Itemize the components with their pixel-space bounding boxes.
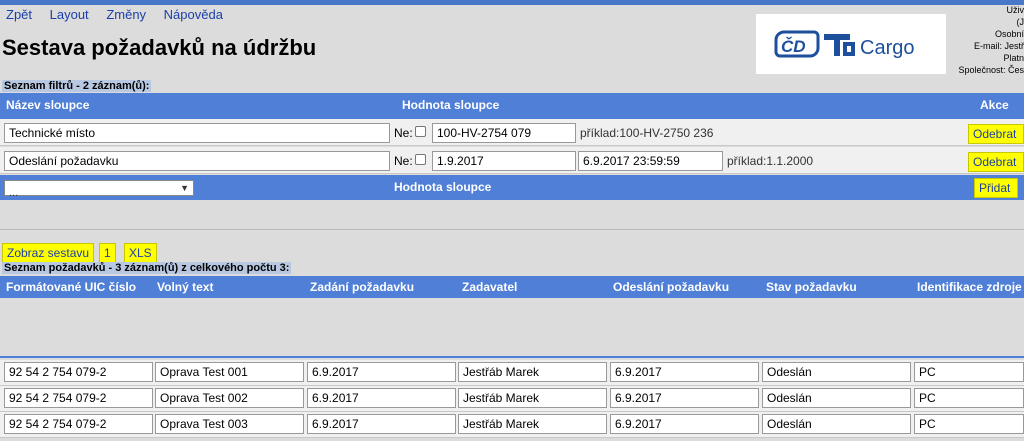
- cell-entry-date[interactable]: 6.9.2017: [307, 414, 456, 434]
- example-text: příklad:100-HV-2750 236: [580, 126, 714, 140]
- table-row: 92 54 2 754 079-2 Oprava Test 001 6.9.2017…: [0, 360, 1024, 386]
- cell-status[interactable]: Odeslán: [762, 388, 911, 408]
- filter-column-field[interactable]: Technické místo: [4, 123, 390, 143]
- svg-text:ČD: ČD: [781, 37, 806, 56]
- header-column-name: Název sloupce: [6, 98, 90, 112]
- cell-free-text[interactable]: Oprava Test 002: [155, 388, 304, 408]
- filter-date-to[interactable]: 6.9.2017 23:59:59: [578, 151, 723, 171]
- column-entry-date[interactable]: Zadání požadavku: [310, 280, 414, 294]
- cell-uic[interactable]: 92 54 2 754 079-2: [4, 362, 153, 382]
- menu-changes[interactable]: Změny: [106, 7, 146, 22]
- filter-row: Technické místo Ne: 100-HV-2754 079 přík…: [0, 119, 1024, 146]
- page-title: Sestava požadavků na údržbu: [2, 35, 317, 60]
- ne-label: Ne:: [394, 126, 413, 140]
- menu-back[interactable]: Zpět: [6, 7, 32, 22]
- column-sent-date[interactable]: Odeslání požadavku: [613, 280, 729, 294]
- ne-checkbox[interactable]: [415, 126, 426, 137]
- cell-entry-date[interactable]: 6.9.2017: [307, 388, 456, 408]
- company-logo: ČD Cargo: [756, 14, 946, 74]
- filter-column-field[interactable]: Odeslání požadavku: [4, 151, 390, 171]
- page-1-button[interactable]: 1: [99, 243, 116, 263]
- top-menu: Zpět Layout Změny Nápověda: [6, 7, 237, 22]
- column-free-text[interactable]: Volný text: [157, 280, 213, 294]
- show-report-button[interactable]: Zobraz sestavu: [2, 243, 95, 263]
- filter-spacer: [0, 200, 1024, 230]
- cell-sent-date[interactable]: 6.9.2017: [610, 414, 759, 434]
- add-filter-bar: ... ▼ Hodnota sloupce Přidat: [0, 175, 1024, 200]
- cell-status[interactable]: Odeslán: [762, 414, 911, 434]
- user-info: Uživ (J Osobní E-mail: Jestř Platn Spole…: [940, 4, 1024, 76]
- add-filter-button[interactable]: Přidat: [974, 178, 1018, 198]
- cell-uic[interactable]: 92 54 2 754 079-2: [4, 388, 153, 408]
- cell-requester[interactable]: Jestřáb Marek: [458, 362, 607, 382]
- cell-free-text[interactable]: Oprava Test 003: [155, 414, 304, 434]
- column-select-value: ...: [9, 187, 19, 199]
- column-status[interactable]: Stav požadavku: [766, 280, 857, 294]
- user-line: E-mail: Jestř: [973, 41, 1024, 51]
- user-line: Platn: [1003, 53, 1024, 63]
- column-requester[interactable]: Zadavatel: [462, 280, 517, 294]
- menu-help[interactable]: Nápověda: [164, 7, 223, 22]
- filter-date-from[interactable]: 1.9.2017: [432, 151, 576, 171]
- requests-label: Seznam požadavků - 3 záznam(ů) z celkové…: [2, 262, 292, 274]
- ne-checkbox[interactable]: [415, 154, 426, 165]
- cell-uic[interactable]: 92 54 2 754 079-2: [4, 414, 153, 434]
- cell-sent-date[interactable]: 6.9.2017: [610, 388, 759, 408]
- cell-source[interactable]: PC: [914, 414, 1024, 434]
- cell-requester[interactable]: Jestřáb Marek: [458, 388, 607, 408]
- filter-row: Odeslání požadavku Ne: 1.9.2017 6.9.2017…: [0, 147, 1024, 174]
- column-source[interactable]: Identifikace zdroje: [917, 280, 1022, 294]
- user-line: Společnost: Čes: [958, 65, 1024, 75]
- cell-free-text[interactable]: Oprava Test 001: [155, 362, 304, 382]
- table-row: 92 54 2 754 079-2 Oprava Test 003 6.9.2017…: [0, 412, 1024, 438]
- requests-header: Formátované UIC číslo Volný text Zadání …: [0, 276, 1024, 298]
- cell-status[interactable]: Odeslán: [762, 362, 911, 382]
- svg-text:Cargo: Cargo: [860, 37, 914, 59]
- xls-export-button[interactable]: XLS: [124, 243, 157, 263]
- filters-header: Název sloupce Hodnota sloupce Akce: [0, 93, 1024, 119]
- filter-value-field[interactable]: 100-HV-2754 079: [432, 123, 576, 143]
- cell-source[interactable]: PC: [914, 388, 1024, 408]
- example-text: příklad:1.1.2000: [727, 154, 814, 168]
- chevron-down-icon: ▼: [180, 183, 189, 193]
- add-value-label: Hodnota sloupce: [394, 180, 492, 194]
- top-accent-bar: [0, 0, 1024, 5]
- ne-label: Ne:: [394, 154, 413, 168]
- cell-requester[interactable]: Jestřáb Marek: [458, 414, 607, 434]
- filters-label: Seznam filtrů - 2 záznam(ů):: [2, 80, 152, 92]
- table-row: 92 54 2 754 079-2 Oprava Test 002 6.9.2017…: [0, 386, 1024, 412]
- cell-source[interactable]: PC: [914, 362, 1024, 382]
- cell-entry-date[interactable]: 6.9.2017: [307, 362, 456, 382]
- menu-layout[interactable]: Layout: [50, 7, 89, 22]
- user-line: Uživ: [1006, 5, 1024, 15]
- header-column-value: Hodnota sloupce: [402, 98, 500, 112]
- remove-filter-button[interactable]: Odebrat: [968, 124, 1024, 144]
- header-action: Akce: [980, 98, 1009, 112]
- remove-filter-button[interactable]: Odebrat: [968, 152, 1024, 172]
- cell-sent-date[interactable]: 6.9.2017: [610, 362, 759, 382]
- column-uic[interactable]: Formátované UIC číslo: [6, 280, 136, 294]
- column-select[interactable]: ... ▼: [4, 180, 194, 199]
- user-line: (J: [1016, 17, 1024, 27]
- filter-input-row: [0, 298, 1024, 358]
- user-line: Osobní: [994, 29, 1024, 39]
